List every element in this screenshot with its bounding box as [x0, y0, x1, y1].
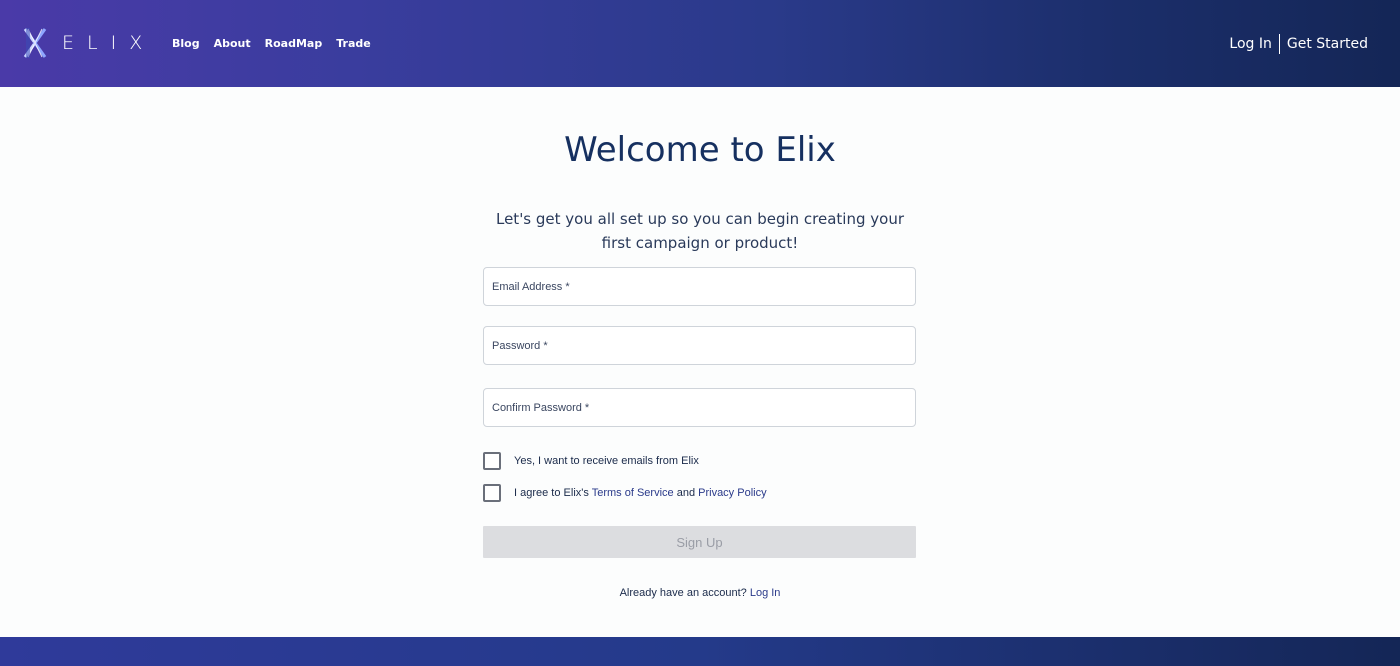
email-opt-in-checkbox[interactable] — [483, 452, 501, 470]
terms-of-service-link[interactable]: Terms of Service — [592, 487, 674, 499]
email-field-wrapper — [483, 267, 916, 306]
top-header: ELIX Blog About RoadMap Trade Log In Get… — [0, 0, 1400, 87]
agree-terms-label: I agree to Elix's Terms of Service and P… — [514, 487, 767, 499]
main-nav: Blog About RoadMap Trade — [172, 37, 385, 50]
page-subtitle: Let's get you all set up so you can begi… — [495, 210, 905, 252]
email-opt-in-row: Yes, I want to receive emails from Elix — [483, 452, 699, 470]
password-field[interactable] — [484, 327, 915, 364]
nav-item-about[interactable]: About — [214, 37, 251, 50]
nav-item-blog[interactable]: Blog — [172, 37, 200, 50]
bottom-footer-bar — [0, 637, 1400, 666]
account-prompt-text: Already have an account? — [619, 587, 747, 599]
agree-prefix: I agree to Elix's — [514, 487, 589, 499]
sign-up-button[interactable]: Sign Up — [483, 526, 916, 558]
account-prompt: Already have an account? Log In — [0, 587, 1400, 599]
page-title: Welcome to Elix — [564, 130, 836, 170]
privacy-policy-link[interactable]: Privacy Policy — [698, 487, 766, 499]
brand-name: ELIX — [62, 32, 156, 54]
auth-links: Log In Get Started — [1229, 34, 1368, 54]
nav-item-roadmap[interactable]: RoadMap — [265, 37, 323, 50]
header-login-link[interactable]: Log In — [1229, 36, 1271, 52]
agree-and: and — [676, 487, 696, 499]
elix-logo-icon — [23, 28, 47, 58]
nav-item-trade[interactable]: Trade — [336, 37, 370, 50]
footer-login-link[interactable]: Log In — [750, 587, 781, 599]
agree-terms-row: I agree to Elix's Terms of Service and P… — [483, 484, 767, 502]
auth-divider — [1278, 34, 1280, 54]
email-field[interactable] — [484, 268, 915, 305]
email-opt-in-label: Yes, I want to receive emails from Elix — [514, 455, 699, 467]
agree-terms-checkbox[interactable] — [483, 484, 501, 502]
brand-logo[interactable]: ELIX — [22, 27, 155, 59]
get-started-link[interactable]: Get Started — [1287, 36, 1368, 52]
password-field-wrapper — [483, 326, 916, 365]
confirm-password-field-wrapper — [483, 388, 916, 427]
confirm-password-field[interactable] — [484, 389, 915, 426]
